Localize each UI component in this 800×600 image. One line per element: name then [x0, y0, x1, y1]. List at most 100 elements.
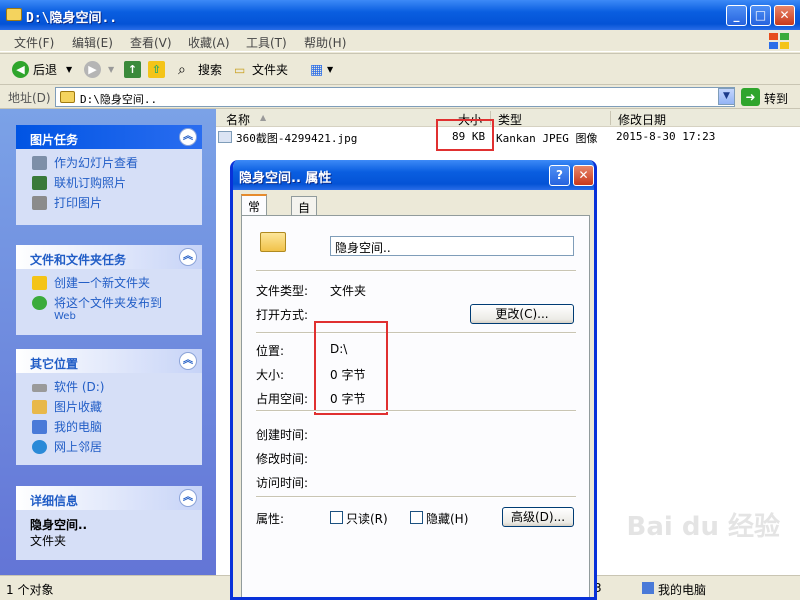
item-label: 网上邻居: [54, 440, 103, 454]
maximize-button[interactable]: □: [750, 5, 771, 26]
drive-icon: [32, 384, 47, 392]
folders-icon[interactable]: ▭: [234, 60, 245, 80]
folder-name-field[interactable]: 隐身空间..: [330, 236, 574, 256]
back-arrow-icon[interactable]: ◀: [12, 61, 29, 78]
go-arrow-icon[interactable]: ➜: [741, 88, 760, 106]
collapse-chevron-icon[interactable]: ︽: [179, 248, 197, 266]
my-computer-link[interactable]: 我的电脑: [30, 419, 202, 439]
folder-icon: [6, 8, 22, 21]
folders-button[interactable]: 文件夹: [252, 60, 288, 80]
forward-dropdown-icon[interactable]: ▼: [108, 60, 114, 80]
folder-icon: [260, 232, 286, 252]
status-count: 1 个对象: [6, 583, 54, 597]
tab-general[interactable]: 常规: [241, 194, 268, 231]
publish-web-icon: [32, 296, 47, 310]
go-button[interactable]: 转到: [764, 90, 788, 107]
panel-header[interactable]: 其它位置 ︽: [16, 349, 202, 373]
views-dropdown-icon[interactable]: ▼: [327, 60, 333, 80]
column-name[interactable]: 名称: [226, 111, 250, 128]
slideshow-link[interactable]: 作为幻灯片查看: [30, 155, 202, 175]
search-icon[interactable]: ⌕: [178, 60, 186, 80]
minimize-button[interactable]: _: [726, 5, 747, 26]
explorer-window: D:\隐身空间.. _ □ ✕ 文件(F) 编辑(E) 查看(V) 收藏(A) …: [0, 0, 800, 600]
attributes-label: 属性:: [256, 512, 285, 526]
panel-header[interactable]: 详细信息 ︽: [16, 486, 202, 510]
menu-view[interactable]: 查看(V): [130, 34, 172, 51]
panel-title: 文件和文件夹任务: [30, 253, 127, 267]
dialog-title-bar[interactable]: 隐身空间.. 属性 ? ✕: [233, 160, 594, 190]
other-places-panel: 其它位置 ︽ 软件 (D:) 图片收藏 我的电脑 网上邻居: [16, 349, 202, 465]
address-path: D:\隐身空间..: [80, 93, 158, 106]
menu-help[interactable]: 帮助(H): [304, 34, 346, 51]
forward-arrow-icon[interactable]: ▶: [84, 61, 101, 78]
menu-favorites[interactable]: 收藏(A): [188, 34, 230, 51]
publish-web-link[interactable]: 将这个文件夹发布到: [30, 295, 202, 315]
disk-size-label: 占用空间:: [256, 392, 309, 406]
item-label: 创建一个新文件夹: [54, 276, 151, 290]
size-label: 大小:: [256, 368, 285, 382]
address-dropdown-icon[interactable]: ▼: [718, 88, 735, 105]
column-header: 名称 ▲ 大小 类型 修改日期: [216, 109, 800, 127]
collapse-chevron-icon[interactable]: ︽: [179, 489, 197, 507]
file-row[interactable]: 360截图-4299421.jpg 89 KB Kankan JPEG 图像 2…: [216, 128, 800, 146]
back-dropdown-icon[interactable]: ▼: [66, 60, 72, 80]
column-divider[interactable]: [610, 111, 611, 125]
change-button[interactable]: 更改(C)...: [470, 304, 574, 324]
panel-header[interactable]: 图片任务 ︽: [16, 125, 202, 149]
collapse-chevron-icon[interactable]: ︽: [179, 128, 197, 146]
address-bar: 地址(D) D:\隐身空间.. ▼ ➜ 转到: [0, 85, 800, 109]
menu-file[interactable]: 文件(F): [14, 34, 54, 51]
column-type[interactable]: 类型: [498, 111, 522, 128]
collapse-chevron-icon[interactable]: ︽: [179, 352, 197, 370]
back-button[interactable]: 后退: [33, 60, 57, 80]
my-computer-icon: [642, 582, 654, 594]
accessed-label: 访问时间:: [256, 476, 309, 490]
slideshow-icon: [32, 156, 47, 170]
search-button[interactable]: 搜索: [198, 60, 222, 80]
hidden-label[interactable]: 隐藏(H): [426, 510, 468, 527]
refresh-icon[interactable]: ⇧: [148, 61, 165, 78]
folder-icon: [60, 91, 75, 103]
item-label: 我的电脑: [54, 420, 103, 434]
readonly-label[interactable]: 只读(R): [346, 510, 388, 527]
address-input[interactable]: D:\隐身空间..: [55, 87, 735, 107]
hidden-checkbox[interactable]: [410, 511, 423, 524]
my-pictures-link[interactable]: 图片收藏: [30, 399, 202, 419]
tab-customize[interactable]: 自定义: [291, 196, 318, 249]
up-folder-icon[interactable]: ↑: [124, 61, 141, 78]
menu-tools[interactable]: 工具(T): [246, 34, 287, 51]
print-pictures-link[interactable]: 打印图片: [30, 195, 202, 215]
title-bar[interactable]: D:\隐身空间.. _ □ ✕: [0, 0, 800, 30]
divider: [256, 410, 576, 412]
file-date: 2015-8-30 17:23: [616, 130, 716, 143]
divider: [256, 332, 576, 334]
column-modified[interactable]: 修改日期: [618, 111, 666, 128]
details-type: 文件夹: [30, 534, 67, 548]
drive-d-link[interactable]: 软件 (D:): [30, 379, 202, 399]
status-location: 我的电脑: [658, 583, 707, 597]
image-file-icon: [218, 131, 232, 143]
help-button[interactable]: ?: [549, 165, 570, 186]
properties-dialog: 隐身空间.. 属性 ? ✕ 常规 自定义 隐身空间.. 文件类型: 文件夹 打开…: [230, 160, 597, 600]
item-label: 将这个文件夹发布到: [54, 296, 163, 310]
open-with-label: 打开方式:: [256, 308, 309, 322]
advanced-button[interactable]: 高级(D)...: [502, 507, 574, 527]
item-label: 联机订购照片: [54, 176, 127, 190]
readonly-checkbox[interactable]: [330, 511, 343, 524]
order-prints-link[interactable]: 联机订购照片: [30, 175, 202, 195]
views-icon[interactable]: ▦: [310, 60, 323, 80]
sort-ascending-icon: ▲: [260, 113, 267, 122]
item-label: 作为幻灯片查看: [54, 156, 139, 170]
panel-title: 图片任务: [30, 133, 79, 147]
close-button[interactable]: ✕: [774, 5, 795, 26]
created-label: 创建时间:: [256, 428, 309, 442]
file-name: 360截图-4299421.jpg: [236, 132, 358, 145]
tab-content: 隐身空间.. 文件类型: 文件夹 打开方式: 更改(C)... 位置: D:\ …: [241, 215, 590, 597]
menu-edit[interactable]: 编辑(E): [72, 34, 113, 51]
network-places-link[interactable]: 网上邻居: [30, 439, 202, 459]
file-type: Kankan JPEG 图像: [496, 132, 598, 145]
panel-header[interactable]: 文件和文件夹任务 ︽: [16, 245, 202, 269]
new-folder-link[interactable]: 创建一个新文件夹: [30, 275, 202, 295]
item-label: 图片收藏: [54, 400, 103, 414]
dialog-close-button[interactable]: ✕: [573, 165, 594, 186]
